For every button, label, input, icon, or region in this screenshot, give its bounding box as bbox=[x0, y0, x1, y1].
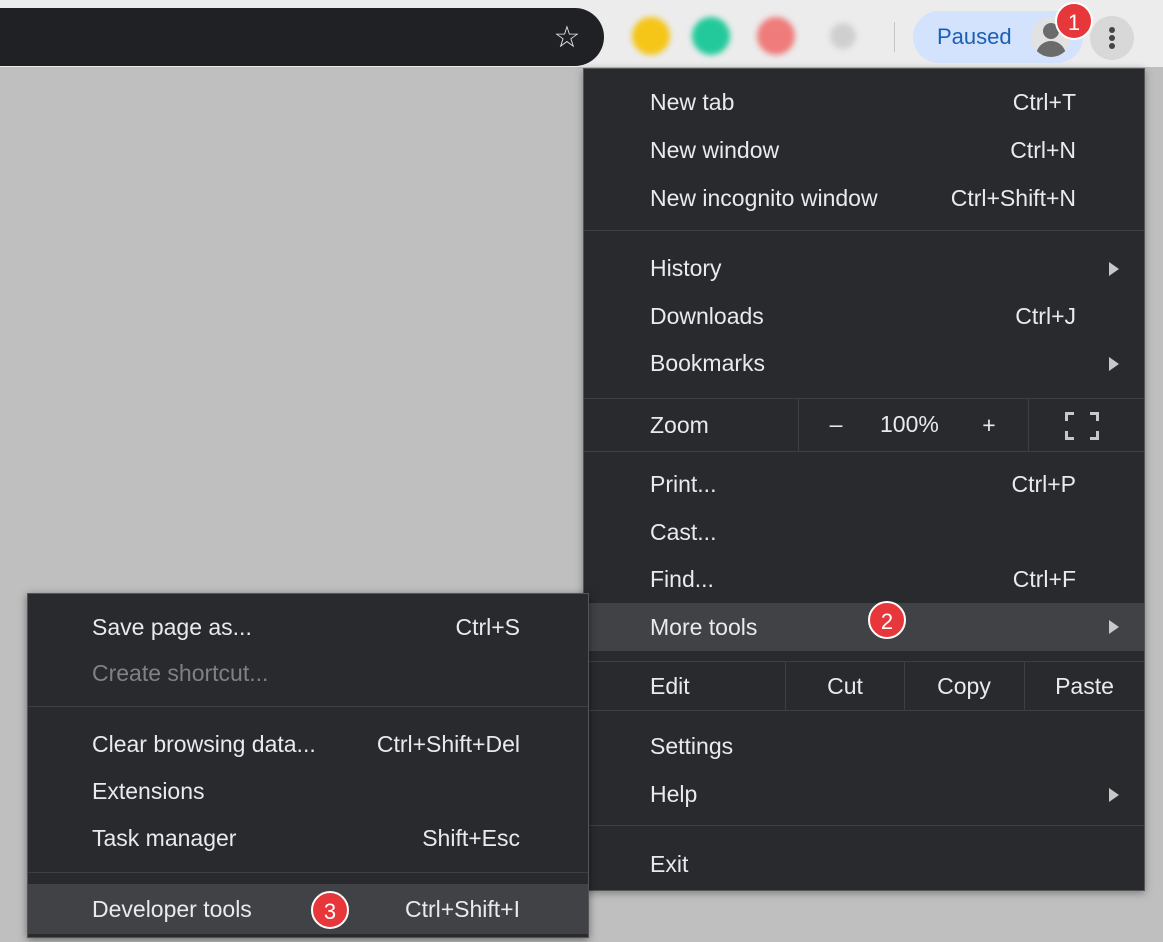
menu-separator bbox=[584, 230, 1144, 231]
menu-item-label: Bookmarks bbox=[650, 350, 766, 376]
menu-separator bbox=[584, 825, 1144, 826]
zoom-out-button[interactable]: – bbox=[821, 399, 851, 449]
menu-item-help[interactable]: Help bbox=[584, 771, 1144, 817]
menu-item-create-shortcut: Create shortcut... bbox=[28, 650, 588, 696]
menu-item-downloads[interactable]: Downloads Ctrl+J bbox=[584, 293, 1144, 339]
edit-label: Edit bbox=[650, 673, 690, 699]
submenu-arrow-icon bbox=[1109, 788, 1119, 802]
menu-item-label: More tools bbox=[650, 614, 758, 640]
extension-icon-4[interactable] bbox=[830, 23, 856, 49]
menu-item-task-manager[interactable]: Task manager Shift+Esc bbox=[28, 815, 588, 861]
zoom-level: 100% bbox=[880, 411, 939, 437]
menu-item-extensions[interactable]: Extensions bbox=[28, 768, 588, 814]
zoom-divider bbox=[798, 399, 799, 451]
bookmark-star-icon[interactable]: ☆ bbox=[549, 21, 585, 57]
customize-menu-icon[interactable] bbox=[1090, 16, 1134, 60]
menu-item-label: New incognito window bbox=[650, 185, 878, 211]
menu-item-label: Downloads bbox=[650, 303, 764, 329]
menu-item-find[interactable]: Find... Ctrl+F bbox=[584, 556, 1144, 602]
toolbar-divider bbox=[894, 22, 895, 52]
zoom-in-button[interactable]: + bbox=[974, 399, 1004, 451]
menu-separator bbox=[28, 872, 588, 873]
menu-item-print[interactable]: Print... Ctrl+P bbox=[584, 461, 1144, 507]
menu-separator bbox=[584, 710, 1144, 711]
step-badge-2: 2 bbox=[868, 601, 906, 639]
menu-item-label: Settings bbox=[650, 733, 734, 759]
menu-item-label: Find... bbox=[650, 566, 714, 592]
cut-button[interactable]: Cut bbox=[786, 662, 904, 710]
shortcut-label: Shift+Esc bbox=[422, 825, 520, 851]
menu-item-more-tools[interactable]: More tools bbox=[584, 603, 1144, 651]
menu-separator bbox=[584, 451, 1144, 452]
menu-item-label: Task manager bbox=[92, 825, 237, 851]
browser-toolbar: ☆ Paused bbox=[0, 0, 1163, 67]
extension-icon-3[interactable] bbox=[757, 17, 795, 55]
menu-item-settings[interactable]: Settings bbox=[584, 723, 1144, 769]
shortcut-label: Ctrl+J bbox=[1015, 303, 1076, 329]
menu-item-label: Help bbox=[650, 781, 698, 807]
menu-item-label: Print... bbox=[650, 471, 717, 497]
more-tools-submenu: Save page as... Ctrl+S Create shortcut..… bbox=[27, 593, 589, 938]
shortcut-label: Ctrl+T bbox=[1012, 89, 1076, 115]
step-badge-1: 1 bbox=[1055, 2, 1093, 40]
edit-row: Edit Cut Copy Paste bbox=[584, 662, 1144, 710]
address-bar[interactable]: ☆ bbox=[0, 8, 604, 66]
extension-icon-1[interactable] bbox=[632, 17, 670, 55]
menu-separator bbox=[28, 706, 588, 707]
submenu-arrow-icon bbox=[1109, 357, 1119, 371]
menu-item-exit[interactable]: Exit bbox=[584, 841, 1144, 887]
menu-item-clear-browsing-data[interactable]: Clear browsing data... Ctrl+Shift+Del bbox=[28, 721, 588, 767]
menu-item-save-page[interactable]: Save page as... Ctrl+S bbox=[28, 604, 588, 650]
shortcut-label: Ctrl+S bbox=[455, 614, 520, 640]
shortcut-label: Ctrl+N bbox=[1010, 137, 1076, 163]
shortcut-label: Ctrl+P bbox=[1011, 471, 1076, 497]
chrome-main-menu: New tab Ctrl+T New window Ctrl+N New inc… bbox=[583, 68, 1145, 891]
menu-item-label: New tab bbox=[650, 89, 735, 115]
menu-item-new-window[interactable]: New window Ctrl+N bbox=[584, 127, 1144, 173]
menu-item-cast[interactable]: Cast... bbox=[584, 509, 1144, 555]
menu-item-developer-tools[interactable]: Developer tools Ctrl+Shift+I bbox=[28, 884, 588, 934]
step-badge-3: 3 bbox=[311, 891, 349, 929]
copy-button[interactable]: Copy bbox=[905, 662, 1023, 710]
zoom-divider bbox=[1028, 399, 1029, 451]
menu-item-history[interactable]: History bbox=[584, 245, 1144, 291]
menu-item-label: Exit bbox=[650, 851, 689, 877]
extension-icon-2[interactable] bbox=[692, 17, 730, 55]
shortcut-label: Ctrl+Shift+Del bbox=[376, 731, 520, 757]
menu-item-new-tab[interactable]: New tab Ctrl+T bbox=[584, 79, 1144, 125]
zoom-row: Zoom – 100% + bbox=[584, 399, 1144, 451]
menu-item-label: Create shortcut... bbox=[92, 660, 269, 686]
zoom-label: Zoom bbox=[650, 412, 709, 438]
shortcut-label: Ctrl+F bbox=[1012, 566, 1076, 592]
menu-item-new-incognito[interactable]: New incognito window Ctrl+Shift+N bbox=[584, 175, 1144, 221]
paste-button[interactable]: Paste bbox=[1025, 662, 1144, 710]
menu-item-bookmarks[interactable]: Bookmarks bbox=[584, 340, 1144, 386]
submenu-arrow-icon bbox=[1109, 262, 1119, 276]
shortcut-label: Ctrl+Shift+N bbox=[950, 185, 1076, 211]
fullscreen-icon[interactable] bbox=[1065, 412, 1099, 440]
submenu-arrow-icon bbox=[1109, 620, 1119, 634]
menu-item-label: History bbox=[650, 255, 722, 281]
menu-item-label: New window bbox=[650, 137, 780, 163]
menu-item-label: Save page as... bbox=[92, 614, 252, 640]
menu-item-label: Developer tools bbox=[92, 896, 252, 922]
shortcut-label: Ctrl+Shift+I bbox=[404, 896, 520, 922]
paused-label: Paused bbox=[937, 24, 1012, 49]
menu-item-label: Cast... bbox=[650, 519, 717, 545]
menu-item-label: Extensions bbox=[92, 778, 205, 804]
menu-item-label: Clear browsing data... bbox=[92, 731, 316, 757]
